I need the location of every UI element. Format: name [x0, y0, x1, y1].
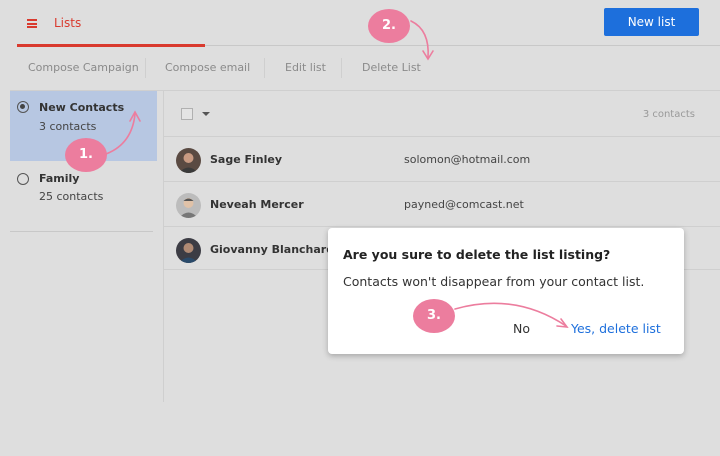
delete-list-button[interactable]: Delete List — [362, 56, 421, 80]
list-name: New Contacts — [39, 101, 125, 114]
step-1-badge: 1. — [65, 138, 107, 172]
step-2-badge: 2. — [368, 9, 410, 43]
step-3-badge: 3. — [413, 299, 455, 333]
dialog-message: Contacts won't disappear from your conta… — [343, 274, 645, 289]
select-all-checkbox[interactable] — [181, 108, 193, 120]
table-row[interactable]: Sage Finley solomon@hotmail.com — [164, 137, 720, 181]
list-name: Family — [39, 172, 80, 185]
tab-lists[interactable]: Lists — [17, 0, 205, 47]
list-icon — [27, 19, 37, 28]
new-list-button[interactable]: New list — [604, 8, 699, 36]
confirm-delete-dialog: Are you sure to delete the list listing?… — [328, 228, 684, 354]
avatar — [176, 148, 201, 173]
radio-unselected-icon[interactable] — [17, 173, 29, 185]
edit-list-button[interactable]: Edit list — [285, 56, 326, 80]
contact-name: Giovanny Blanchard — [210, 243, 335, 256]
arrowhead-step-2 — [422, 50, 434, 61]
tab-lists-label: Lists — [54, 16, 82, 30]
contact-count: 3 contacts — [642, 109, 695, 120]
sidebar-item-family[interactable]: Family 25 contacts — [10, 167, 157, 237]
contact-email: solomon@hotmail.com — [404, 153, 531, 166]
contact-name: Sage Finley — [210, 153, 283, 166]
avatar — [176, 193, 201, 218]
contact-email: payned@comcast.net — [404, 198, 524, 211]
compose-campaign-button[interactable]: Compose Campaign — [28, 56, 139, 80]
table-row[interactable]: Neveah Mercer payned@comcast.net — [164, 182, 720, 226]
yes-delete-list-button[interactable]: Yes, delete list — [571, 321, 661, 336]
dialog-title: Are you sure to delete the list listing? — [343, 247, 611, 262]
compose-email-button[interactable]: Compose email — [165, 56, 250, 80]
list-count: 3 contacts — [39, 120, 97, 133]
radio-selected-icon[interactable] — [17, 101, 29, 113]
list-count: 25 contacts — [39, 190, 104, 203]
toolbar-divider — [264, 58, 265, 78]
sidebar-divider — [10, 231, 153, 232]
contact-name: Neveah Mercer — [210, 198, 304, 211]
no-button[interactable]: No — [513, 321, 530, 336]
chevron-down-icon[interactable] — [202, 112, 210, 116]
toolbar-divider — [145, 58, 146, 78]
toolbar-divider — [341, 58, 342, 78]
avatar — [176, 238, 201, 263]
tab-active-indicator — [17, 44, 205, 47]
